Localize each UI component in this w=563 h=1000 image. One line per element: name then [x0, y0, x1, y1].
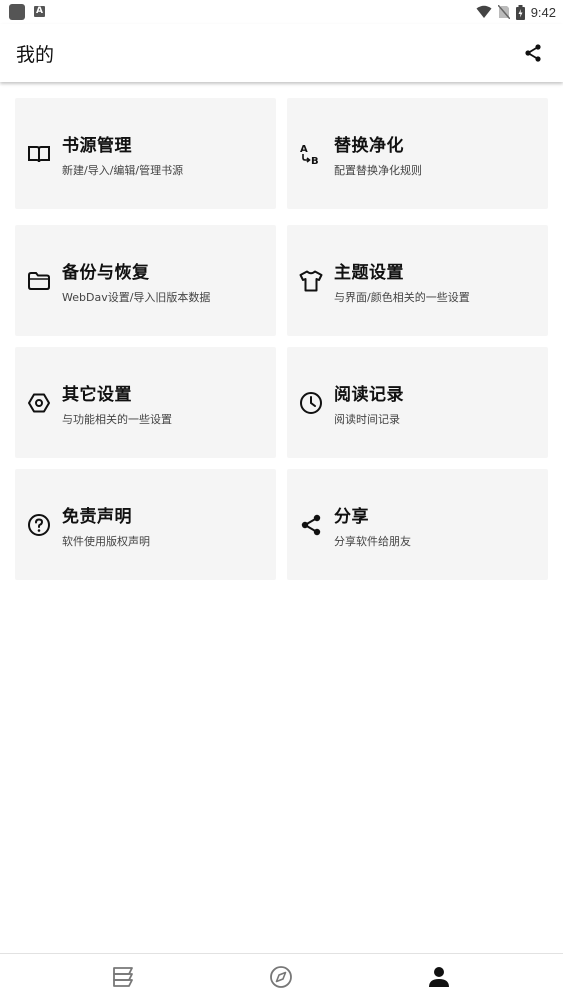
share-icon: [525, 44, 541, 62]
card-other-settings[interactable]: 其它设置 与功能相关的一些设置: [15, 347, 276, 458]
a-notification-icon: A: [34, 6, 45, 17]
card-subtitle: 与界面/颜色相关的一些设置: [334, 291, 470, 304]
card-subtitle: 新建/导入/编辑/管理书源: [62, 164, 184, 177]
bottom-nav: [0, 953, 563, 1000]
clock-icon: [300, 392, 322, 414]
app-bar: 我的: [0, 24, 563, 82]
card-subtitle: 与功能相关的一些设置: [62, 413, 172, 426]
compass-icon: [270, 966, 292, 988]
card-subtitle: 配置替换净化规则: [334, 164, 422, 177]
card-reading-record[interactable]: 阅读记录 阅读时间记录: [287, 347, 548, 458]
card-theme-settings[interactable]: 主题设置 与界面/颜色相关的一些设置: [287, 225, 548, 336]
card-title: 其它设置: [62, 385, 132, 405]
card-title: 免责声明: [62, 507, 132, 527]
settings-hex-icon: [28, 393, 50, 413]
status-time: 9:42: [530, 4, 556, 20]
card-subtitle: 阅读时间记录: [334, 413, 400, 426]
status-bar: A 9:42: [0, 0, 563, 24]
book-icon: [28, 146, 50, 163]
card-title: 阅读记录: [334, 385, 404, 405]
person-icon: [429, 967, 449, 987]
card-title: 分享: [334, 507, 369, 527]
card-title: 备份与恢复: [62, 263, 150, 283]
card-replace-rules[interactable]: A B 替换净化 配置替换净化规则: [287, 98, 548, 209]
nav-profile[interactable]: [424, 962, 454, 992]
card-share-app[interactable]: 分享 分享软件给朋友: [287, 469, 548, 580]
folder-icon: [28, 272, 50, 290]
wifi-icon: [476, 5, 492, 18]
card-backup-restore[interactable]: 备份与恢复 WebDav设置/导入旧版本数据: [15, 225, 276, 336]
card-title: 替换净化: [334, 136, 404, 156]
svg-text:A: A: [300, 144, 308, 155]
app-notification-icon: [9, 4, 25, 20]
help-circle-icon: [28, 514, 50, 536]
battery-icon: [515, 4, 525, 20]
card-subtitle: 分享软件给朋友: [334, 535, 411, 548]
page-title: 我的: [16, 44, 55, 66]
svg-text:B: B: [311, 156, 319, 167]
no-sim-icon: [497, 5, 510, 19]
card-book-source[interactable]: 书源管理 新建/导入/编辑/管理书源: [15, 98, 276, 209]
bookshelf-icon: [113, 967, 133, 987]
nav-discover[interactable]: [266, 962, 296, 992]
replace-ab-icon: A B: [300, 144, 319, 167]
card-title: 书源管理: [62, 136, 132, 156]
share-button[interactable]: [521, 41, 545, 65]
card-subtitle: WebDav设置/导入旧版本数据: [62, 291, 211, 304]
card-title: 主题设置: [334, 263, 404, 283]
share-icon: [301, 514, 321, 536]
card-disclaimer[interactable]: 免责声明 软件使用版权声明: [15, 469, 276, 580]
card-subtitle: 软件使用版权声明: [62, 535, 150, 548]
shirt-icon: [299, 270, 323, 292]
status-icons: 9:42: [476, 3, 556, 21]
nav-bookshelf[interactable]: [108, 962, 138, 992]
